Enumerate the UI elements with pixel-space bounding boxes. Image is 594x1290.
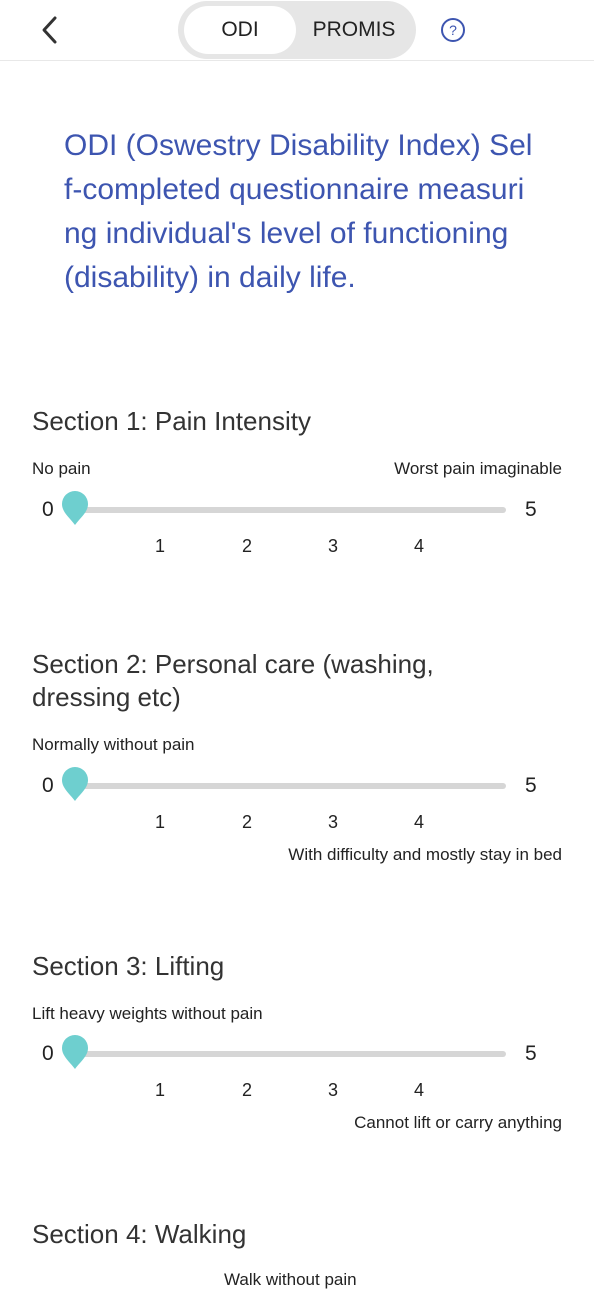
section-title: Section 4: Walking xyxy=(32,1219,247,1249)
questionnaire-description: ODI (Oswestry Disability Index) Self-com… xyxy=(64,129,533,294)
slider-thumb[interactable] xyxy=(61,1034,89,1070)
top-bar: ODI PROMIS ? xyxy=(0,0,594,61)
chevron-left-icon xyxy=(42,16,57,44)
tick-label: 1 xyxy=(154,1080,165,1100)
questionnaire-switch: ODI PROMIS xyxy=(178,1,416,59)
min-label: Normally without pain xyxy=(32,735,195,754)
tick-label: 4 xyxy=(413,536,424,556)
slider-track[interactable] xyxy=(74,1051,506,1057)
min-label: Lift heavy weights without pain xyxy=(32,1004,263,1023)
tick-label: 1 xyxy=(154,812,165,832)
tick-label: 3 xyxy=(327,536,338,556)
min-label: Walk without pain xyxy=(224,1270,357,1289)
max-value: 5 xyxy=(525,1042,537,1065)
max-label: Cannot lift or carry anything xyxy=(354,1113,562,1132)
slider-thumb[interactable] xyxy=(61,766,89,802)
max-label: Worst pain imaginable xyxy=(394,459,562,478)
max-label: With difficulty and mostly stay in bed xyxy=(288,845,562,864)
help-button[interactable]: ? xyxy=(440,17,466,43)
tick-label: 4 xyxy=(413,812,424,832)
tick-label: 2 xyxy=(241,536,252,556)
tick-label: 1 xyxy=(154,536,165,556)
svg-text:?: ? xyxy=(449,22,457,38)
slider-track[interactable] xyxy=(74,783,506,789)
tick-label: 3 xyxy=(327,812,338,832)
section-title: Section 3: Lifting xyxy=(32,951,225,981)
tab-promis[interactable]: PROMIS xyxy=(298,6,410,54)
section-title: Section 1: Pain Intensity xyxy=(32,406,311,436)
slider-track[interactable] xyxy=(74,507,506,513)
min-value: 0 xyxy=(42,774,54,797)
tick-label: 4 xyxy=(413,1080,424,1100)
max-value: 5 xyxy=(525,774,537,797)
min-value: 0 xyxy=(42,498,54,521)
max-value: 5 xyxy=(525,498,537,521)
section-title: Section 2: Personal care (washing, dress… xyxy=(32,649,434,712)
tick-label: 3 xyxy=(327,1080,338,1100)
min-label: No pain xyxy=(32,459,91,478)
min-value: 0 xyxy=(42,1042,54,1065)
tick-label: 2 xyxy=(241,1080,252,1100)
slider-thumb[interactable] xyxy=(61,490,89,526)
back-button[interactable] xyxy=(36,10,66,50)
question-circle-icon: ? xyxy=(441,18,465,42)
tab-odi[interactable]: ODI xyxy=(184,6,296,54)
tick-label: 2 xyxy=(241,812,252,832)
